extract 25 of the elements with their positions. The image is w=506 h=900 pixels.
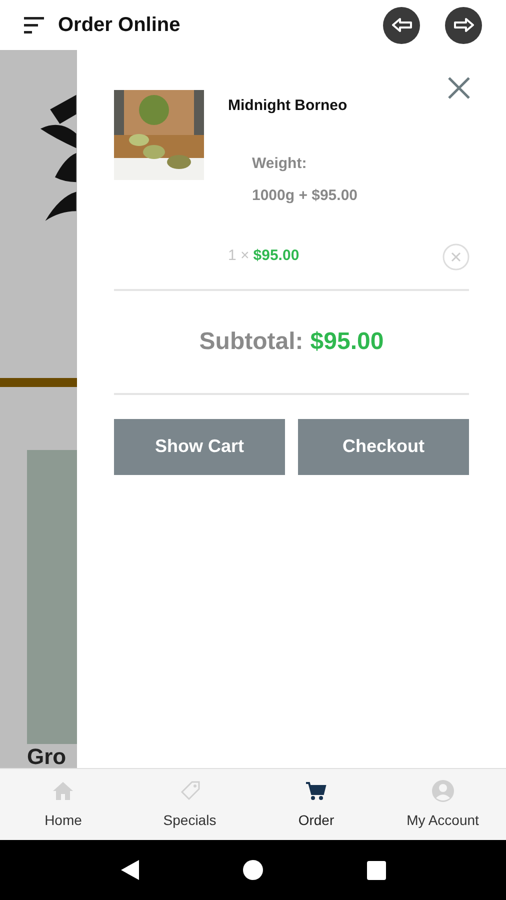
menu-icon[interactable] <box>24 16 46 34</box>
back-button[interactable] <box>383 6 420 44</box>
right-arrow-icon <box>454 18 474 32</box>
subtotal-label: Subtotal: <box>199 326 304 356</box>
option-value: 1000g + $95.00 <box>252 186 358 206</box>
back-nav-icon[interactable] <box>120 860 138 880</box>
quantity: 1 × <box>228 246 250 266</box>
forward-button[interactable] <box>445 6 482 44</box>
nav-tab[interactable]: Order <box>253 769 380 840</box>
recents-nav-icon[interactable] <box>366 860 386 880</box>
subtotal-value: $95.00 <box>310 326 384 356</box>
close-icon[interactable] <box>447 76 471 100</box>
person-icon <box>430 778 455 802</box>
home-nav-icon[interactable] <box>242 860 262 880</box>
left-arrow-icon <box>392 18 412 32</box>
section-heading: Gro <box>27 746 68 768</box>
show-cart-button[interactable]: Show Cart <box>114 418 285 474</box>
checkout-button[interactable]: Checkout <box>298 418 469 474</box>
item-price: $95.00 <box>253 246 300 266</box>
nav-tab[interactable]: Home <box>0 769 126 840</box>
app-title: Order Online <box>58 13 180 38</box>
nav-tab[interactable]: My Account <box>380 769 506 840</box>
product-name[interactable]: Midnight Borneo <box>228 95 358 118</box>
nav-tab[interactable]: Specials <box>126 769 253 840</box>
option-label: Weight: <box>252 154 308 174</box>
